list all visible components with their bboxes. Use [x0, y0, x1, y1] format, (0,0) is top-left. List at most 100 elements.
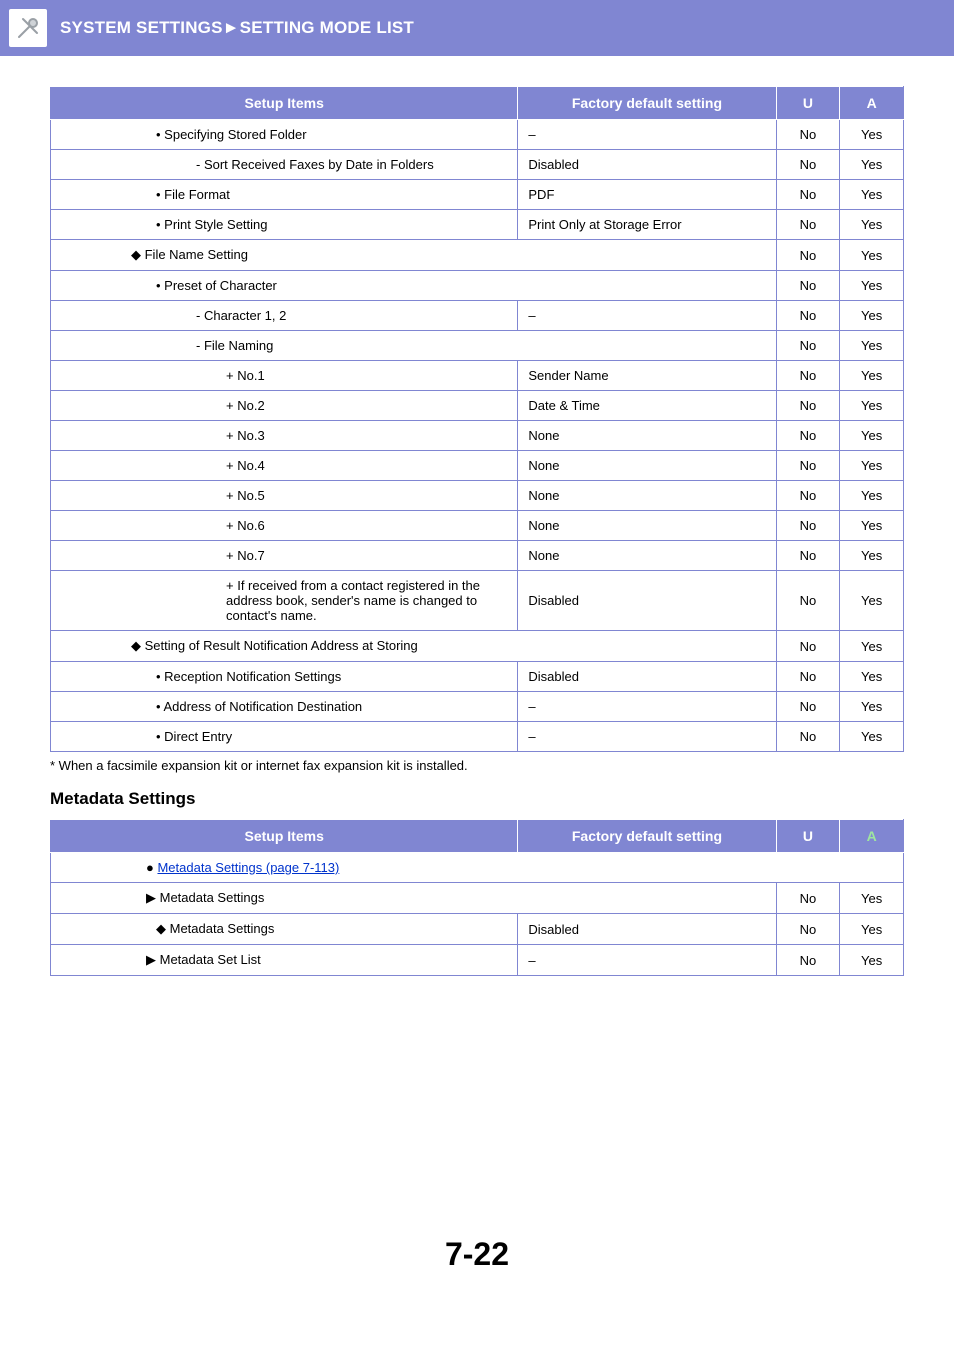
row-label: Direct Entry	[164, 729, 232, 744]
row-label: Metadata Settings	[170, 921, 275, 936]
setup-item-cell: + No.3	[51, 421, 518, 451]
table-row: • Direct Entry–NoYes	[51, 722, 904, 752]
table-row: + No.5NoneNoYes	[51, 481, 904, 511]
header-banner: SYSTEM SETTINGS►SETTING MODE LIST	[0, 0, 954, 56]
table-row: + No.1Sender NameNoYes	[51, 361, 904, 391]
setup-item-cell: ◆ Metadata Settings	[51, 914, 518, 945]
setup-item-cell: + No.4	[51, 451, 518, 481]
table-row: • Print Style SettingPrint Only at Stora…	[51, 210, 904, 240]
u-cell: No	[776, 301, 840, 331]
u-cell: No	[776, 120, 840, 150]
setup-item-cell: + No.5	[51, 481, 518, 511]
table-row: - File NamingNoYes	[51, 331, 904, 361]
page-number: 7-22	[0, 1236, 954, 1303]
factory-default-cell: PDF	[518, 180, 776, 210]
th-a: A	[840, 87, 904, 120]
u-cell: No	[776, 391, 840, 421]
wrench-screwdriver-icon	[8, 8, 48, 48]
factory-default-cell: None	[518, 541, 776, 571]
u-cell: No	[776, 662, 840, 692]
footnote-text: * When a facsimile expansion kit or inte…	[50, 758, 904, 773]
row-label: Sort Received Faxes by Date in Folders	[204, 157, 434, 172]
u-cell: No	[776, 481, 840, 511]
setup-item-cell: + No.6	[51, 511, 518, 541]
table-row: • Specifying Stored Folder–NoYes	[51, 120, 904, 150]
u-cell: No	[776, 271, 840, 301]
table-row: • Reception Notification SettingsDisable…	[51, 662, 904, 692]
u-cell: No	[776, 180, 840, 210]
setup-item-cell: - File Naming	[51, 331, 777, 361]
a-cell: Yes	[840, 481, 904, 511]
u-cell: No	[776, 511, 840, 541]
a-cell: Yes	[840, 692, 904, 722]
table-row: ◆ File Name SettingNoYes	[51, 240, 904, 271]
a-cell: Yes	[840, 451, 904, 481]
a-cell: Yes	[840, 271, 904, 301]
setup-item-cell: • Address of Notification Destination	[51, 692, 518, 722]
factory-default-cell: –	[518, 722, 776, 752]
table-row: + If received from a contact registered …	[51, 571, 904, 631]
row-label: Setting of Result Notification Address a…	[145, 638, 418, 653]
table-row: + No.3NoneNoYes	[51, 421, 904, 451]
setup-item-cell: ▶ Metadata Settings	[51, 883, 777, 914]
th-setup: Setup Items	[51, 87, 518, 120]
th2-setup: Setup Items	[51, 820, 518, 853]
row-label: Character 1, 2	[204, 308, 286, 323]
factory-default-cell: –	[518, 945, 776, 976]
table-row: + No.6NoneNoYes	[51, 511, 904, 541]
setup-item-cell: ▶ Metadata Set List	[51, 945, 518, 976]
row-label: Metadata Set List	[160, 952, 261, 967]
factory-default-cell: None	[518, 421, 776, 451]
th2-a: A	[840, 820, 904, 853]
row-label: If received from a contact registered in…	[226, 578, 480, 623]
table-row: - Character 1, 2–NoYes	[51, 301, 904, 331]
setup-item-cell: • Direct Entry	[51, 722, 518, 752]
row-label: File Format	[164, 187, 230, 202]
row-label: No.5	[237, 488, 264, 503]
banner-title: SYSTEM SETTINGS►SETTING MODE LIST	[60, 18, 414, 38]
setup-item-cell: ◆ Setting of Result Notification Address…	[51, 631, 777, 662]
row-label: Print Style Setting	[164, 217, 267, 232]
setup-item-cell: • File Format	[51, 180, 518, 210]
a-cell: Yes	[840, 631, 904, 662]
a-cell: Yes	[840, 240, 904, 271]
table-row: ▶ Metadata SettingsNoYes	[51, 883, 904, 914]
row-label: No.6	[237, 518, 264, 533]
u-cell: No	[776, 451, 840, 481]
setup-item-cell: + No.2	[51, 391, 518, 421]
factory-default-cell: Disabled	[518, 571, 776, 631]
row-label: No.4	[237, 458, 264, 473]
a-cell: Yes	[840, 662, 904, 692]
row-label: No.2	[237, 398, 264, 413]
row-label: Address of Notification Destination	[163, 699, 362, 714]
a-cell: Yes	[840, 722, 904, 752]
u-cell: No	[776, 945, 840, 976]
factory-default-cell: None	[518, 481, 776, 511]
factory-default-cell: –	[518, 120, 776, 150]
row-label: No.1	[237, 368, 264, 383]
u-cell: No	[776, 692, 840, 722]
th-factory: Factory default setting	[518, 87, 776, 120]
factory-default-cell: –	[518, 301, 776, 331]
a-cell: Yes	[840, 945, 904, 976]
factory-default-cell: Disabled	[518, 662, 776, 692]
u-cell: No	[776, 150, 840, 180]
row-label: No.3	[237, 428, 264, 443]
table-row: ◆ Metadata SettingsDisabledNoYes	[51, 914, 904, 945]
a-cell: Yes	[840, 914, 904, 945]
row-label: Preset of Character	[164, 278, 277, 293]
a-cell: Yes	[840, 541, 904, 571]
factory-default-cell: Disabled	[518, 914, 776, 945]
u-cell: No	[776, 883, 840, 914]
a-cell: Yes	[840, 301, 904, 331]
factory-default-cell: Date & Time	[518, 391, 776, 421]
th2-factory: Factory default setting	[518, 820, 776, 853]
table-row: ◆ Setting of Result Notification Address…	[51, 631, 904, 662]
factory-default-cell: Sender Name	[518, 361, 776, 391]
row-label: Reception Notification Settings	[164, 669, 341, 684]
a-cell: Yes	[840, 391, 904, 421]
u-cell: No	[776, 331, 840, 361]
metadata-settings-link[interactable]: Metadata Settings (page 7-113)	[157, 860, 339, 875]
u-cell: No	[776, 914, 840, 945]
u-cell: No	[776, 541, 840, 571]
